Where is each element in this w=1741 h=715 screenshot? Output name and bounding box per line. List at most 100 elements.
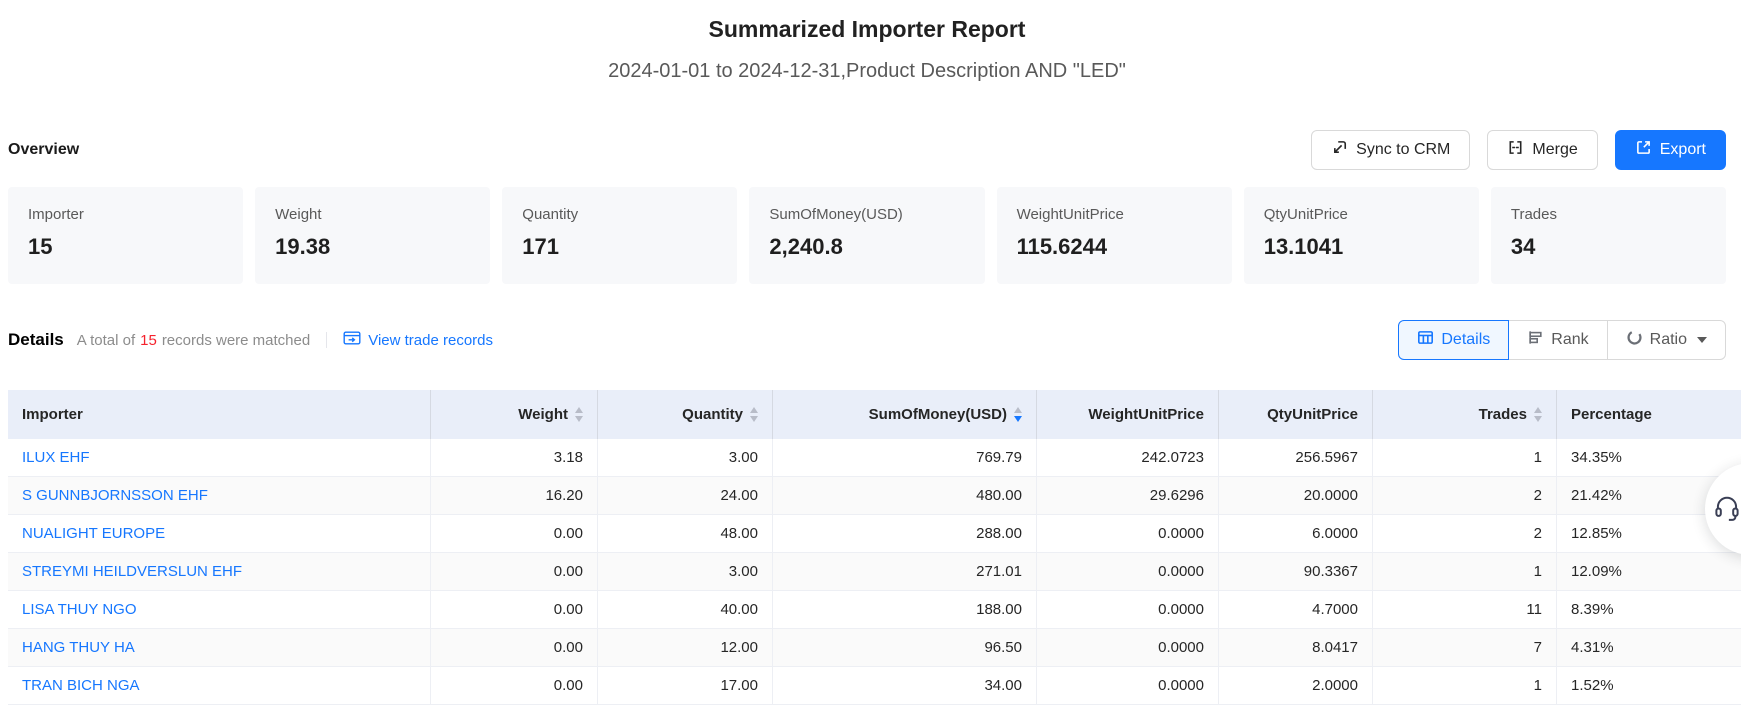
value-cell: 0.00 [431,553,598,591]
importer-table-wrap: ImporterWeightQuantitySumOfMoney(USD)Wei… [8,390,1741,705]
sort-toggle-icon[interactable] [1014,407,1022,422]
stat-card-label: SumOfMoney(USD) [769,206,964,224]
value-cell: 12.09% [1557,553,1741,591]
stat-card-value: 2,240.8 [769,234,964,260]
importer-link[interactable]: HANG THUY HA [22,639,135,656]
view-trade-records-link[interactable]: View trade records [343,330,493,350]
value-cell: 29.6296 [1037,477,1219,515]
tab-label: Ratio [1650,331,1687,349]
column-header-sumofmoney-usd-[interactable]: SumOfMoney(USD) [773,390,1037,439]
table-row: ILUX EHF3.183.00769.79242.0723256.596713… [8,439,1741,477]
value-cell: 4.31% [1557,629,1741,667]
table-row: LISA THUY NGO0.0040.00188.000.00004.7000… [8,591,1741,629]
value-cell: 0.00 [431,515,598,553]
stat-card-label: QtyUnitPrice [1264,206,1459,224]
tab-rank[interactable]: Rank [1508,320,1607,360]
stat-card-value: 19.38 [275,234,470,260]
importer-cell: HANG THUY HA [8,629,431,667]
table-row: STREYMI HEILDVERSLUN EHF 0.003.00271.010.… [8,553,1741,591]
column-header-label: QtyUnitPrice [1267,406,1358,423]
export-button[interactable]: Export [1615,130,1726,170]
details-heading: Details [8,330,64,350]
value-cell: 34.00 [773,667,1037,705]
table-row: S GUNNBJORNSSON EHF16.2024.00480.0029.62… [8,477,1741,515]
overview-heading: Overview [8,141,79,159]
value-cell: 0.0000 [1037,629,1219,667]
sort-toggle-icon[interactable] [750,407,758,422]
importer-cell: S GUNNBJORNSSON EHF [8,477,431,515]
value-cell: 242.0723 [1037,439,1219,477]
stat-card-quantity: Quantity 171 [502,187,737,284]
importer-link[interactable]: NUALIGHT EUROPE [22,525,165,542]
value-cell: 7 [1373,629,1557,667]
value-cell: 3.18 [431,439,598,477]
importer-link[interactable]: LISA THUY NGO [22,601,137,618]
merge-label: Merge [1532,141,1577,159]
sort-toggle-icon[interactable] [575,407,583,422]
importer-cell: STREYMI HEILDVERSLUN EHF [8,553,431,591]
stat-card-label: WeightUnitPrice [1017,206,1212,224]
column-header-qtyunitprice: QtyUnitPrice [1219,390,1373,439]
column-header-trades[interactable]: Trades [1373,390,1557,439]
value-cell: 11 [1373,591,1557,629]
table-row: TRAN BICH NGA0.0017.0034.000.00002.00001… [8,667,1741,705]
stat-card-value: 13.1041 [1264,234,1459,260]
stat-card-value: 115.6244 [1017,234,1212,260]
ratio-icon [1626,329,1643,351]
stat-card-label: Quantity [522,206,717,224]
summarized-importer-report-page: Summarized Importer Report 2024-01-01 to… [0,0,1741,715]
tab-label: Details [1441,331,1490,349]
rank-icon [1527,329,1544,351]
value-cell: 188.00 [773,591,1037,629]
value-cell: 2 [1373,477,1557,515]
stat-card-weightunitprice: WeightUnitPrice 115.6244 [997,187,1232,284]
column-header-percentage: Percentage [1557,390,1741,439]
value-cell: 0.0000 [1037,515,1219,553]
importer-cell: NUALIGHT EUROPE [8,515,431,553]
stat-card-value: 171 [522,234,717,260]
value-cell: 16.20 [431,477,598,515]
column-header-label: Trades [1479,406,1527,423]
sort-toggle-icon[interactable] [1534,407,1542,422]
stat-card-importer: Importer15 [8,187,243,284]
importer-link[interactable]: ILUX EHF [22,449,90,466]
stat-card-value: 34 [1511,234,1706,260]
stat-card-label: Importer [28,206,223,224]
column-header-weight[interactable]: Weight [431,390,598,439]
value-cell: 3.00 [598,439,773,477]
value-cell: 1 [1373,439,1557,477]
value-cell: 0.0000 [1037,667,1219,705]
value-cell: 3.00 [598,553,773,591]
value-cell: 0.0000 [1037,591,1219,629]
tab-label: Rank [1551,331,1588,349]
tab-details[interactable]: Details [1398,320,1509,360]
column-header-quantity[interactable]: Quantity [598,390,773,439]
importer-link[interactable]: S GUNNBJORNSSON EHF [22,487,208,504]
value-cell: 4.7000 [1219,591,1373,629]
overview-cards: Importer15Weight19.38 Quantity 171 SumOfMon… [8,187,1726,284]
importer-link[interactable]: STREYMI HEILDVERSLUN EHF [22,563,242,580]
column-header-label: WeightUnitPrice [1088,406,1204,423]
value-cell: 34.35% [1557,439,1741,477]
merge-button[interactable]: Merge [1487,130,1597,170]
value-cell: 288.00 [773,515,1037,553]
stat-card-weight: Weight19.38 [255,187,490,284]
value-cell: 1 [1373,667,1557,705]
value-cell: 271.01 [773,553,1037,591]
importer-link[interactable]: TRAN BICH NGA [22,677,140,694]
importer-cell: ILUX EHF [8,439,431,477]
matched-count: 15 [140,332,157,349]
value-cell: 96.50 [773,629,1037,667]
merge-icon [1507,139,1524,161]
value-cell: 20.0000 [1219,477,1373,515]
sync-to-crm-button[interactable]: Sync to CRM [1311,130,1470,170]
tab-ratio[interactable]: Ratio [1607,320,1726,360]
column-header-weightunitprice: WeightUnitPrice [1037,390,1219,439]
table-row: HANG THUY HA0.0012.0096.500.00008.041774… [8,629,1741,667]
column-header-label: Weight [518,406,568,423]
value-cell: 0.00 [431,629,598,667]
stat-card-trades: Trades34 [1491,187,1726,284]
value-cell: 0.0000 [1037,553,1219,591]
value-cell: 0.00 [431,591,598,629]
table-body: ILUX EHF3.183.00769.79242.0723256.596713… [8,439,1741,705]
